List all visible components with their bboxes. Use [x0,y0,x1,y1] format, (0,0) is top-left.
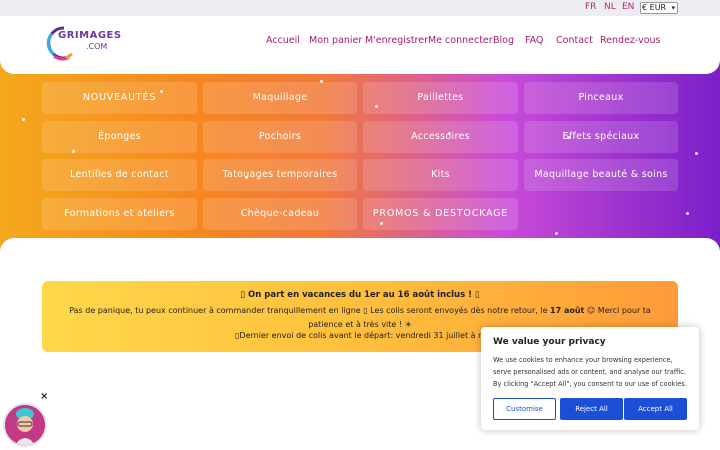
currency-value: € EUR [642,3,667,12]
notice-last-shipping: ▯Dernier envoi de colis avant le départ:… [235,331,496,340]
nav-accueil[interactable]: Accueil [266,35,300,46]
cookie-consent-banner: We value your privacy We use cookies to … [481,327,699,430]
lang-nl-link[interactable]: NL [604,2,616,12]
notice-body-text: Pas de panique, tu peux continuer à comm… [69,306,551,315]
category-accessoires[interactable]: Accessoires [363,121,518,153]
language-bar: FR NL EN € EUR ▾ [0,0,720,16]
notice-title: ▯ On part en vacances du 1er au 16 août … [240,290,480,300]
nav-mon-panier[interactable]: Mon panier [309,35,362,46]
avatar-icon [5,405,45,445]
category-maquillage-beaute[interactable]: Maquillage beauté & soins [524,159,678,191]
nav-enregistrer[interactable]: M'enregistrer [365,35,428,46]
category-cheque-cadeau[interactable]: Chèque-cadeau [203,198,357,230]
lang-fr-link[interactable]: FR [585,2,596,12]
customise-button[interactable]: Customise [493,398,556,420]
nav-connecter[interactable]: Me connecter [428,35,493,46]
category-lentilles[interactable]: Lentilles de contact [42,159,197,191]
category-nouveautes[interactable]: NOUVEAUTÉS [42,82,197,114]
category-maquillage[interactable]: Maquillage [203,82,357,114]
cookie-description: We use cookies to enhance your browsing … [493,356,687,388]
category-pinceaux[interactable]: Pinceaux [524,82,678,114]
category-kits[interactable]: Kits [363,159,518,191]
sparkle-decoration [695,152,698,155]
sparkle-decoration [555,232,558,235]
close-icon[interactable]: × [40,391,48,402]
reject-all-button[interactable]: Reject All [560,398,623,420]
category-effets-speciaux[interactable]: Effets spéciaux [524,121,678,153]
category-promos[interactable]: PROMOS & DESTOCKAGE [363,198,518,230]
category-tatouages[interactable]: Tatouages temporaires [203,159,357,191]
currency-select[interactable]: € EUR ▾ [640,2,678,14]
chevron-down-icon: ▾ [671,4,675,12]
chat-avatar-widget[interactable] [3,403,47,447]
nav-rendez-vous[interactable]: Rendez-vous [600,35,660,46]
nav-faq[interactable]: FAQ [525,35,543,46]
nav-contact[interactable]: Contact [556,35,593,46]
sparkle-decoration [686,212,689,215]
logo-subtext: .COM [86,42,108,51]
notice-return-date: 17 août [550,306,585,315]
category-paillettes[interactable]: Paillettes [363,82,518,114]
nav-blog[interactable]: Blog [493,35,514,46]
accept-all-button[interactable]: Accept All [624,398,687,420]
category-pochoirs[interactable]: Pochoirs [203,121,357,153]
sparkle-decoration [22,118,25,121]
category-eponges[interactable]: Éponges [42,121,197,153]
site-logo[interactable]: GRIMAGES .COM [42,24,121,64]
cookie-title: We value your privacy [493,337,606,347]
site-header: GRIMAGES .COM Accueil Mon panier M'enreg… [0,16,720,74]
logo-text: GRIMAGES [58,30,122,41]
lang-en-link[interactable]: EN [622,2,634,12]
category-formations[interactable]: Formations et ateliers [42,198,197,230]
